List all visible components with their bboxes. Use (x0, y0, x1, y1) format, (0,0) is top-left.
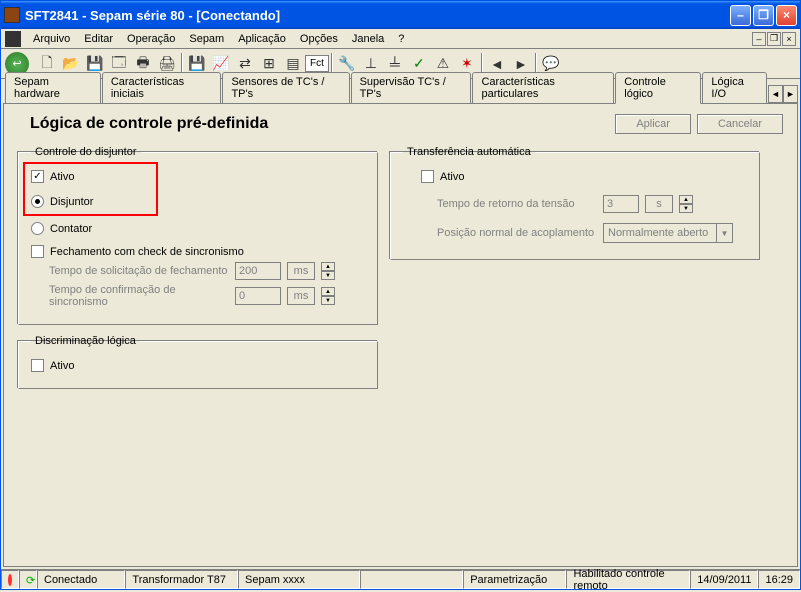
ativo-label: Ativo (50, 171, 74, 183)
tab-logica-io[interactable]: Lógica I/O (702, 72, 767, 103)
tab-particulares[interactable]: Características particulares (472, 72, 614, 103)
transferencia-ativo-label: Ativo (440, 171, 464, 183)
tab-scroll-right[interactable]: ► (783, 85, 798, 103)
tab-supervisao[interactable]: Supervisão TC's / TP's (351, 72, 472, 103)
status-sepam: Sepam xxxx (238, 570, 360, 589)
transferencia-legend: Transferência automática (403, 146, 535, 158)
unit-ms-1: ms (287, 262, 315, 280)
menu-editar[interactable]: Editar (78, 31, 119, 47)
controle-disjuntor-legend: Controle do disjuntor (31, 146, 141, 158)
tab-hardware[interactable]: Sepam hardware (5, 72, 101, 103)
discriminacao-legend: Discriminação lógica (31, 335, 140, 347)
menu-bar: Arquivo Editar Operação Sepam Aplicação … (1, 29, 800, 49)
contator-label: Contator (50, 223, 92, 235)
cancelar-button[interactable]: Cancelar (697, 114, 783, 134)
posicao-value: Normalmente aberto (608, 227, 708, 239)
spinner-2[interactable]: ▲▼ (321, 287, 335, 305)
posicao-dropdown[interactable]: Normalmente aberto ▼ (603, 223, 733, 243)
tempo-retorno-input[interactable] (603, 195, 639, 213)
unit-ms-2: ms (287, 287, 315, 305)
status-bar: ⟳ Conectado Transformador T87 Sepam xxxx… (1, 569, 800, 589)
posicao-label: Posição normal de acoplamento (437, 227, 597, 239)
ativo-checkbox[interactable]: ✓ (31, 170, 44, 183)
tempo-confirmacao-input[interactable] (235, 287, 281, 305)
menu-help[interactable]: ? (392, 31, 410, 47)
mdi-close-button[interactable]: × (782, 32, 796, 46)
fct-button[interactable]: Fct (305, 55, 329, 72)
fechamento-label: Fechamento com check de sincronismo (50, 246, 244, 258)
spinner-3[interactable]: ▲▼ (679, 195, 693, 213)
status-habilitado: Habilitado controle remoto (566, 570, 690, 589)
highlight-box: ✓ Ativo Disjuntor (23, 162, 158, 216)
menu-aplicacao[interactable]: Aplicação (232, 31, 292, 47)
transferencia-ativo-checkbox[interactable] (421, 170, 434, 183)
tempo-retorno-label: Tempo de retorno da tensão (437, 198, 597, 210)
menu-operacao[interactable]: Operação (121, 31, 181, 47)
unit-s: s (645, 195, 673, 213)
mdi-minimize-button[interactable]: – (752, 32, 766, 46)
menu-opcoes[interactable]: Opções (294, 31, 344, 47)
discriminacao-group: Discriminação lógica Ativo (18, 335, 378, 389)
disjuntor-radio[interactable] (31, 195, 44, 208)
status-red-icon (8, 574, 12, 586)
tempo-solicitacao-label: Tempo de solicitação de fechamento (49, 265, 229, 277)
status-hora: 16:29 (758, 570, 800, 589)
mdi-restore-button[interactable]: ❐ (767, 32, 781, 46)
tab-strip: Sepam hardware Características iniciais … (3, 81, 798, 103)
tab-controle-logico[interactable]: Controle lógico (615, 72, 701, 104)
status-empty (360, 570, 463, 589)
discriminacao-ativo-checkbox[interactable] (31, 359, 44, 372)
tempo-solicitacao-input[interactable] (235, 262, 281, 280)
spinner-1[interactable]: ▲▼ (321, 262, 335, 280)
minimize-button[interactable]: – (730, 5, 751, 26)
menu-janela[interactable]: Janela (346, 31, 390, 47)
app-icon (4, 7, 20, 23)
tab-scroll-left[interactable]: ◄ (768, 85, 783, 103)
menu-sepam[interactable]: Sepam (183, 31, 230, 47)
status-conectado: Conectado (37, 570, 125, 589)
tab-caracteristicas[interactable]: Características iniciais (102, 72, 222, 103)
status-parametrizacao: Parametrização (463, 570, 566, 589)
title-bar: SFT2841 - Sepam série 80 - [Conectando] … (1, 1, 800, 29)
transferencia-group: Transferência automática Ativo Tempo de … (390, 146, 760, 260)
contator-radio[interactable] (31, 222, 44, 235)
controle-disjuntor-group: Controle do disjuntor ✓ Ativo Disjuntor (18, 146, 378, 325)
fechamento-checkbox[interactable] (31, 245, 44, 258)
chevron-down-icon: ▼ (716, 224, 732, 242)
maximize-button[interactable]: ❐ (753, 5, 774, 26)
status-transformador: Transformador T87 (125, 570, 238, 589)
aplicar-button[interactable]: Aplicar (615, 114, 691, 134)
status-data: 14/09/2011 (690, 570, 758, 589)
panel-title: Lógica de controle pré-definida (18, 115, 609, 133)
tab-panel: Lógica de controle pré-definida Aplicar … (3, 103, 798, 567)
discriminacao-ativo-label: Ativo (50, 360, 74, 372)
disjuntor-label: Disjuntor (50, 196, 93, 208)
refresh-icon: ⟳ (26, 574, 35, 586)
tempo-confirmacao-label: Tempo de confirmação de sincronismo (49, 284, 229, 308)
window-title: SFT2841 - Sepam série 80 - [Conectando] (25, 8, 730, 23)
tab-sensores[interactable]: Sensores de TC's / TP's (222, 72, 349, 103)
doc-icon (5, 31, 21, 47)
menu-arquivo[interactable]: Arquivo (27, 31, 76, 47)
close-button[interactable]: × (776, 5, 797, 26)
